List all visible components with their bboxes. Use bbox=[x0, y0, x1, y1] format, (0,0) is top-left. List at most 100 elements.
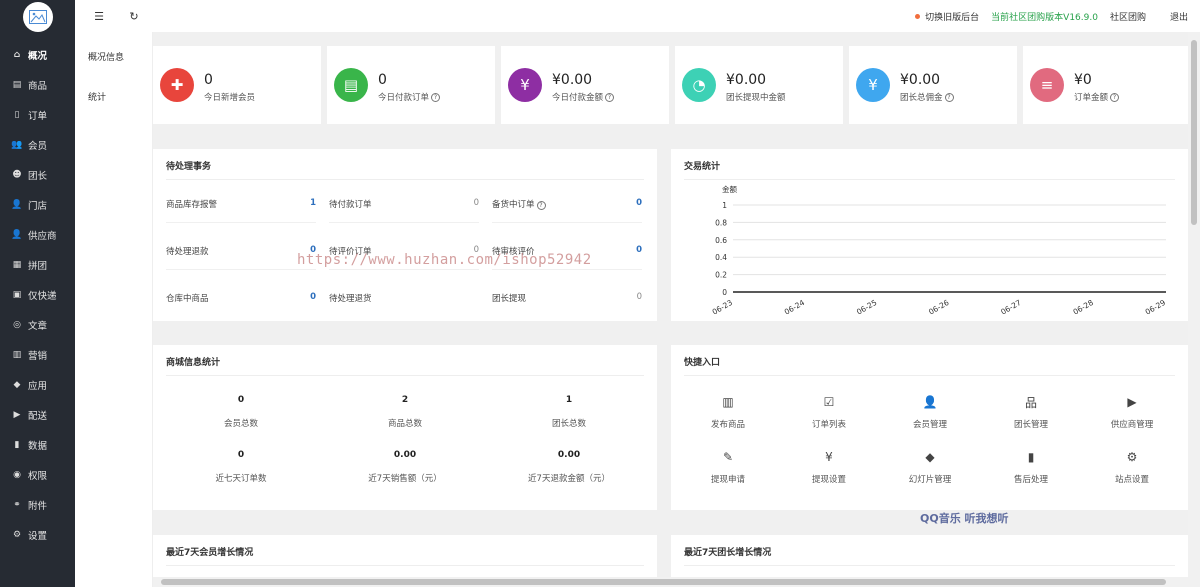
todo-item[interactable]: 待付款订单 0 bbox=[329, 198, 479, 210]
quick-entry[interactable]: ¥ 提现设置 bbox=[779, 450, 879, 485]
logo-avatar[interactable] bbox=[23, 2, 53, 32]
sidebar-item-label: 应用 bbox=[28, 381, 48, 392]
stat-card[interactable]: ◔ ¥0.00 团长提现中金额 bbox=[675, 46, 843, 124]
member-growth-title: 最近7天会员增长情况 bbox=[166, 548, 254, 558]
org-tree-icon: 品 bbox=[1024, 395, 1037, 410]
supplier-icon: 👤 bbox=[11, 230, 23, 240]
sidebar-item-10[interactable]: ▥ 营销 bbox=[0, 340, 75, 370]
submenu-item-stats[interactable]: 统计 bbox=[75, 72, 152, 112]
help-icon[interactable]: ? bbox=[536, 201, 546, 210]
logout-link[interactable]: 退出 bbox=[1170, 10, 1188, 23]
sidebar-item-label: 会员 bbox=[28, 141, 48, 152]
quick-entry-label: 提现申请 bbox=[710, 475, 745, 485]
quick-entry-label: 团长管理 bbox=[1013, 420, 1048, 430]
quick-entry[interactable]: ▶ 供应商管理 bbox=[1082, 395, 1182, 430]
sidebar-item-0[interactable]: ⌂ 概况 bbox=[0, 40, 75, 70]
quick-entry[interactable]: ◆ 幻灯片管理 bbox=[880, 450, 980, 485]
todo-item[interactable]: 备货中订单? 0 bbox=[492, 198, 642, 210]
quick-entry[interactable]: ☑ 订单列表 bbox=[779, 395, 879, 430]
order-icon: ▯ bbox=[14, 110, 20, 120]
sidebar-item-4[interactable]: ☻ 团长 bbox=[0, 160, 75, 190]
x-tick-label: 06-27 bbox=[999, 298, 1023, 317]
refresh-icon[interactable]: ↻ bbox=[127, 9, 141, 23]
sidebar-item-6[interactable]: 👤 供应商 bbox=[0, 220, 75, 250]
shop-stat-value: 1 bbox=[565, 395, 573, 405]
ticket-icon: ✎ bbox=[722, 450, 734, 464]
sidebar-item-9[interactable]: ◎ 文章 bbox=[0, 310, 75, 340]
top-header: ☰ ↻ 切换旧版后台 当前社区团购版本V16.9.0 社区团购 退出 bbox=[75, 0, 1200, 32]
sidebar-item-7[interactable]: ▦ 拼团 bbox=[0, 250, 75, 280]
store-icon: 👤 bbox=[11, 200, 23, 210]
permission-icon: ◉ bbox=[13, 470, 21, 480]
header-actions: 切换旧版后台 当前社区团购版本V16.9.0 社区团购 退出 bbox=[915, 10, 1188, 23]
stat-card[interactable]: ✚ 0 今日新增会员 bbox=[153, 46, 321, 124]
sidebar-item-16[interactable]: ⚙ 设置 bbox=[0, 520, 75, 550]
shop-stat-value: 0 bbox=[237, 450, 245, 460]
quick-entry[interactable]: ▮ 售后处理 bbox=[981, 450, 1081, 485]
sidebar-item-12[interactable]: ▶ 配送 bbox=[0, 400, 75, 430]
goods-icon: ▤ bbox=[12, 80, 22, 90]
x-tick-label: 06-24 bbox=[783, 298, 807, 317]
stat-value: ¥0.00 bbox=[726, 72, 767, 88]
x-tick-label: 06-29 bbox=[1144, 298, 1168, 317]
sidebar-item-label: 设置 bbox=[28, 531, 48, 542]
stat-label: 今日付款金额 bbox=[552, 93, 604, 103]
switch-old-admin-link[interactable]: 切换旧版后台 bbox=[925, 10, 979, 23]
help-icon[interactable]: ? bbox=[944, 92, 954, 102]
stat-label: 团长提现中金额 bbox=[726, 93, 786, 103]
menu-collapse-icon[interactable]: ☰ bbox=[92, 9, 106, 23]
sidebar-item-5[interactable]: 👤 门店 bbox=[0, 190, 75, 220]
stat-card[interactable]: ¥ ¥0.00 团长总佣金? bbox=[849, 46, 1017, 124]
sidebar-item-1[interactable]: ▤ 商品 bbox=[0, 70, 75, 100]
truck-icon: ▶ bbox=[1127, 395, 1137, 409]
quick-entry[interactable]: 👤 会员管理 bbox=[880, 395, 980, 430]
settings-icon: ⚙ bbox=[12, 530, 22, 540]
todo-item[interactable]: 仓库中商品 0 bbox=[166, 292, 316, 304]
vertical-scrollbar[interactable] bbox=[1188, 32, 1200, 587]
todo-count: 0 bbox=[636, 198, 642, 208]
community-link[interactable]: 社区团购 bbox=[1110, 10, 1146, 23]
todo-item[interactable]: 待处理退货 bbox=[329, 292, 479, 304]
quick-entry[interactable]: ⚙ 站点设置 bbox=[1082, 450, 1182, 485]
qq-music-watermark: QQ音乐 听我想听 bbox=[920, 512, 1009, 525]
todo-item[interactable]: 待处理退款 0 bbox=[166, 245, 316, 257]
todo-item[interactable]: 商品库存报警 1 bbox=[166, 198, 316, 210]
stat-icon: ¥ bbox=[856, 68, 890, 102]
stat-card[interactable]: ≡ ¥0 订单金额? bbox=[1023, 46, 1188, 124]
stat-card[interactable]: ¥ ¥0.00 今日付款金额? bbox=[501, 46, 669, 124]
todo-item[interactable]: 团长提现 0 bbox=[492, 292, 642, 304]
delivery-icon: ▶ bbox=[13, 410, 21, 420]
trade-panel: 交易统计 金额 1 0.8 0.6 0.4 0.2 0 06-23 06-24 06-25 06-2… bbox=[671, 149, 1188, 321]
quick-entry[interactable]: 品团长管理 bbox=[981, 395, 1081, 431]
stat-icon: ≡ bbox=[1030, 68, 1064, 102]
sidebar-item-11[interactable]: ◆ 应用 bbox=[0, 370, 75, 400]
stat-card[interactable]: ▤ 0 今日付款订单? bbox=[327, 46, 495, 124]
todo-count: 1 bbox=[310, 198, 316, 208]
help-icon[interactable]: ? bbox=[605, 92, 615, 102]
sidebar-item-label: 供应商 bbox=[28, 231, 57, 242]
quick-entry[interactable]: ▥ 发布商品 bbox=[678, 395, 778, 430]
member-manage-icon: 👤 bbox=[922, 395, 938, 409]
help-icon[interactable]: ? bbox=[431, 92, 441, 102]
horizontal-scrollbar[interactable] bbox=[153, 577, 1188, 587]
sidebar-item-15[interactable]: ⚭ 附件 bbox=[0, 490, 75, 520]
shop-stat-label: 会员总数 bbox=[223, 419, 258, 429]
sidebar-item-label: 配送 bbox=[28, 411, 48, 422]
sidebar-item-8[interactable]: ▣ 仅快递 bbox=[0, 280, 75, 310]
sidebar-item-3[interactable]: 👥 会员 bbox=[0, 130, 75, 160]
stat-value: ¥0 bbox=[1074, 72, 1092, 88]
sidebar-item-13[interactable]: ▮ 数据 bbox=[0, 430, 75, 460]
shop-stat: 0 近七天订单数 bbox=[161, 450, 321, 484]
sidebar-item-2[interactable]: ▯ 订单 bbox=[0, 100, 75, 130]
shop-stat-value: 2 bbox=[401, 395, 409, 405]
stat-value: ¥0.00 bbox=[900, 72, 941, 88]
x-tick-label: 06-23 bbox=[711, 298, 735, 317]
help-icon[interactable]: ? bbox=[1110, 92, 1120, 102]
quick-entry[interactable]: ✎ 提现申请 bbox=[678, 450, 778, 485]
sidebar-item-14[interactable]: ◉ 权限 bbox=[0, 460, 75, 490]
stat-icon: ▤ bbox=[334, 68, 368, 102]
shop-stat: 0.00 近7天销售额（元） bbox=[325, 450, 485, 484]
stat-value: 0 bbox=[378, 72, 387, 88]
sidebar-item-label: 附件 bbox=[28, 501, 48, 512]
submenu-item-overview[interactable]: 概况信息 bbox=[75, 32, 152, 72]
